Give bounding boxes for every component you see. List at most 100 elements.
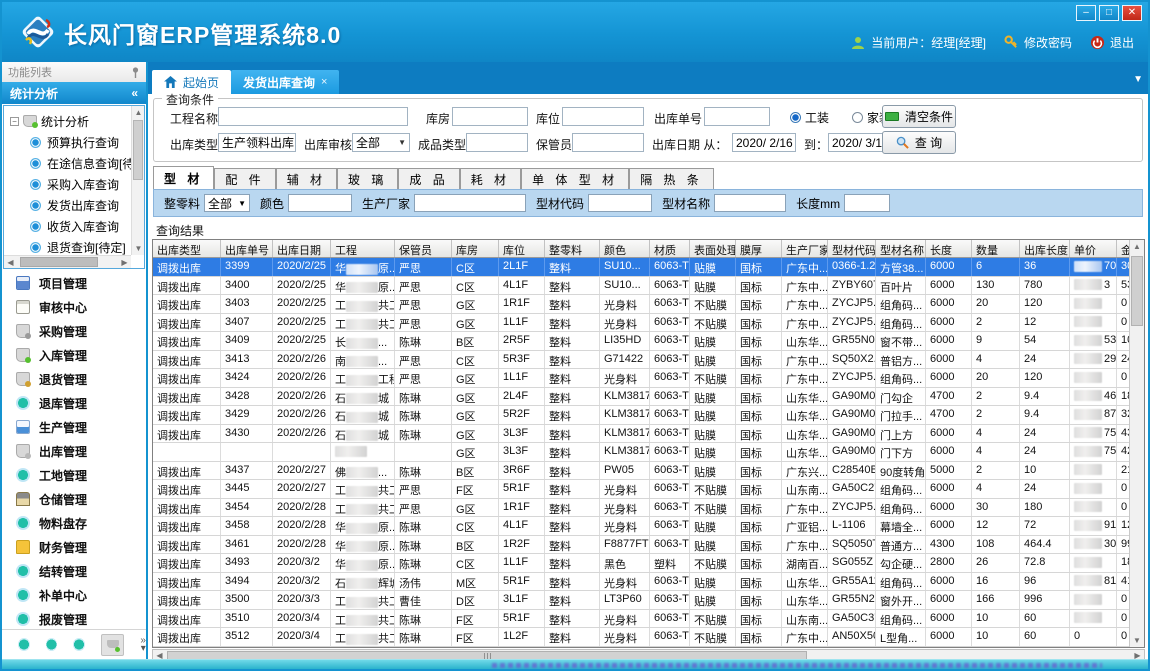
column-header[interactable]: 单价 — [1070, 240, 1117, 257]
column-header[interactable]: 工程 — [331, 240, 395, 257]
scroll-right-icon[interactable]: ▶ — [1131, 649, 1144, 659]
material-tab-4[interactable]: 玻 璃 — [337, 168, 398, 189]
close-tab-icon[interactable]: × — [321, 76, 327, 88]
sidebar-item-审核中心[interactable]: 审核中心 — [2, 295, 146, 319]
group-dot-icon[interactable] — [46, 638, 58, 651]
table-row[interactable]: 调拨出库34372020/2/27佛...陈琳B区3R6F整料PW056063-… — [153, 462, 1144, 481]
scroll-up-icon[interactable]: ▲ — [1130, 240, 1144, 253]
table-row[interactable]: 调拨出库34092020/2/25长...陈琳B区2R5F整料LI35HD606… — [153, 332, 1144, 351]
table-row[interactable]: G区3L3F整料KLM38176063-T5贴膜国标山东华...GA90M09.… — [153, 443, 1144, 462]
color-input[interactable] — [288, 194, 352, 212]
sidebar-item-仓储管理[interactable]: 仓储管理 — [2, 487, 146, 511]
material-tab-8[interactable]: 隔 热 条 — [629, 168, 714, 189]
column-header[interactable]: 表面处理 — [690, 240, 736, 257]
tree-vscroll-thumb[interactable] — [133, 120, 143, 180]
table-row[interactable]: 调拨出库33992020/2/25华原...严思C区2L1F整料SU10...6… — [153, 258, 1144, 277]
scroll-left-icon[interactable]: ◀ — [4, 256, 17, 269]
table-row[interactable]: 调拨出库34302020/2/26石城陈琳G区3L3F整料KLM38176063… — [153, 425, 1144, 444]
keeper-input[interactable] — [572, 133, 644, 152]
table-row[interactable]: 调拨出库34932020/3/2华原...陈琳C区1L1F整料黑色塑料不贴膜国标… — [153, 554, 1144, 573]
scroll-down-icon[interactable]: ▼ — [132, 242, 145, 255]
profile-code-input[interactable] — [588, 194, 652, 212]
material-tab-7[interactable]: 单 体 型 材 — [521, 168, 629, 189]
table-row[interactable]: 调拨出库34582020/2/28华原...陈琳C区4L1F整料光身料6063-… — [153, 517, 1144, 536]
tree-root-statistics[interactable]: − 统计分析 — [4, 110, 131, 132]
column-header[interactable]: 保管员 — [395, 240, 452, 257]
pin-icon[interactable] — [131, 67, 140, 78]
table-row[interactable]: 调拨出库34542020/2/28工共工程严思G区1R1F整料光身料6063-T… — [153, 499, 1144, 518]
column-header[interactable]: 材质 — [650, 240, 690, 257]
scroll-right-icon[interactable]: ▶ — [118, 256, 131, 269]
table-row[interactable]: 调拨出库34032020/2/25工共工程严思G区1R1F整料光身料6063-T… — [153, 295, 1144, 314]
sidebar-item-退库管理[interactable]: 退库管理 — [2, 391, 146, 415]
tree-item-在途信息查询[待[interactable]: 在途信息查询[待 — [4, 153, 131, 174]
location-input[interactable] — [562, 107, 644, 126]
maximize-button[interactable]: □ — [1099, 5, 1119, 21]
table-row[interactable]: 调拨出库34452020/2/27工共工程严思F区5R1F整料光身料6063-T… — [153, 480, 1144, 499]
scroll-down-icon[interactable]: ▼ — [1130, 634, 1144, 647]
table-row[interactable]: 调拨出库34282020/2/26石城陈琳G区2L4F整料KLM38176063… — [153, 388, 1144, 407]
column-header[interactable]: 数量 — [972, 240, 1020, 257]
table-row[interactable]: 调拨出库35102020/3/4工共工程陈琳F区5R1F整料光身料6063-T5… — [153, 610, 1144, 629]
grid-horizontal-scrollbar[interactable]: ◀ ▶ — [152, 649, 1145, 659]
material-tab-2[interactable]: 配 件 — [214, 168, 275, 189]
table-row[interactable]: 调拨出库34132020/2/26南...严思C区5R3F整料G71422606… — [153, 351, 1144, 370]
column-header[interactable]: 颜色 — [600, 240, 650, 257]
scroll-up-icon[interactable]: ▲ — [132, 106, 145, 119]
table-row[interactable]: 调拨出库34002020/2/25华原...严思C区4L1F整料SU10...6… — [153, 277, 1144, 296]
outbound-type-select[interactable]: 生产领料出库▼ — [218, 133, 296, 152]
sidebar-item-退货管理[interactable]: 退货管理 — [2, 367, 146, 391]
column-header[interactable]: 型材代码 — [828, 240, 876, 257]
sidebar-section-statistics[interactable]: 统计分析 « — [2, 82, 146, 104]
tree-hscroll-thumb[interactable] — [20, 257, 98, 267]
table-row[interactable]: 调拨出库35122020/3/4工共工程陈琳F区1L2F整料光身料6063-T5… — [153, 628, 1144, 647]
sidebar-item-工地管理[interactable]: 工地管理 — [2, 463, 146, 487]
sidebar-item-采购管理[interactable]: 采购管理 — [2, 319, 146, 343]
cart-group-button[interactable] — [101, 634, 125, 656]
group-dot-icon[interactable] — [18, 638, 30, 651]
collapse-icon[interactable]: « — [131, 86, 138, 100]
tab-shipment-outbound-query[interactable]: 发货出库查询 × — [231, 70, 339, 94]
column-header[interactable]: 库房 — [452, 240, 499, 257]
sidebar-item-出库管理[interactable]: 出库管理 — [2, 439, 146, 463]
table-row[interactable]: 调拨出库35002020/3/3工共工程曹佳D区3L1F整料LT3P606063… — [153, 591, 1144, 610]
factory-input[interactable] — [414, 194, 526, 212]
sidebar-item-报废管理[interactable]: 报废管理 — [2, 607, 146, 631]
tree-item-采购入库查询[interactable]: 采购入库查询 — [4, 174, 131, 195]
table-row[interactable]: 调拨出库34072020/2/25工共工程严思G区1L1F整料光身料6063-T… — [153, 314, 1144, 333]
column-header[interactable]: 生产厂家 — [782, 240, 828, 257]
sidebar-item-物料盘存[interactable]: 物料盘存 — [2, 511, 146, 535]
column-header[interactable]: 整零料 — [545, 240, 600, 257]
zhengling-select[interactable]: 全部▼ — [204, 194, 250, 212]
grid-vertical-scrollbar[interactable]: ▲ ▼ — [1129, 240, 1144, 647]
clear-conditions-button[interactable]: 清空条件 — [882, 105, 956, 128]
tree-vertical-scrollbar[interactable]: ▲ ▼ — [131, 106, 144, 255]
outbound-audit-select[interactable]: 全部▼ — [352, 133, 410, 152]
more-groups-button[interactable]: »▾ — [140, 637, 146, 653]
search-button[interactable]: 查 询 — [882, 131, 956, 154]
tree-horizontal-scrollbar[interactable]: ◀ ▶ — [4, 255, 131, 268]
minimize-button[interactable]: – — [1076, 5, 1096, 21]
length-input[interactable] — [844, 194, 890, 212]
tree-item-收货入库查询[interactable]: 收货入库查询 — [4, 216, 131, 237]
radio-gongzhuang[interactable]: 工装 — [790, 109, 829, 126]
group-dot-icon[interactable] — [73, 638, 85, 651]
material-tab-1[interactable]: 型 材 — [153, 166, 214, 189]
profile-name-input[interactable] — [714, 194, 786, 212]
sidebar-item-补单中心[interactable]: 补单中心 — [2, 583, 146, 607]
sidebar-item-生产管理[interactable]: 生产管理 — [2, 415, 146, 439]
date-from-select[interactable]: 2020/ 2/16▼ — [732, 133, 796, 152]
tab-list-chevron-down-icon[interactable]: ▼ — [1133, 74, 1143, 85]
table-row[interactable]: 调拨出库34612020/2/28华原...陈琳B区1R2F整料F8877FT6… — [153, 536, 1144, 555]
project-name-input[interactable] — [218, 107, 408, 126]
tree-expander-icon[interactable]: − — [10, 117, 19, 126]
product-type-input[interactable] — [466, 133, 528, 152]
grid-vscroll-thumb[interactable] — [1131, 256, 1143, 326]
table-row[interactable]: 调拨出库34942020/3/2石辉城汤伟M区5R1F整料光身料6063-T5贴… — [153, 573, 1144, 592]
material-tab-6[interactable]: 耗 材 — [460, 168, 521, 189]
column-header[interactable]: 膜厚 — [736, 240, 782, 257]
sidebar-item-项目管理[interactable]: 项目管理 — [2, 271, 146, 295]
close-button[interactable]: ✕ — [1122, 5, 1142, 21]
column-header[interactable]: 出库日期 — [273, 240, 331, 257]
column-header[interactable]: 出库长度 — [1020, 240, 1070, 257]
